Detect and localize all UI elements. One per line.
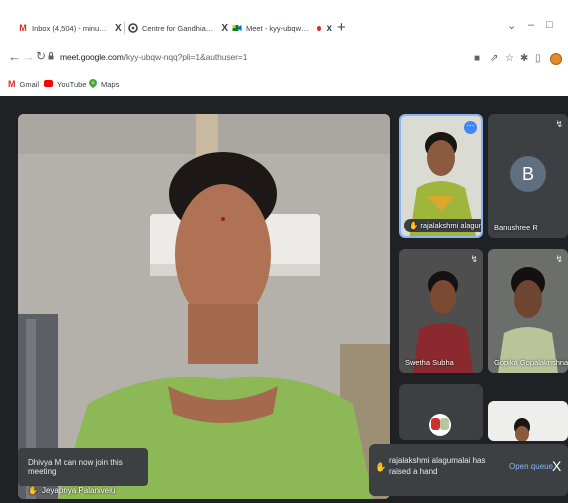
- hand-raised-icon: ✋: [375, 462, 387, 472]
- url-host: meet.google.com: [60, 52, 124, 62]
- new-tab-button[interactable]: +: [337, 19, 346, 36]
- tab-title: Centre for Gandhian studies & DE: [142, 23, 216, 33]
- tab-separator: [124, 22, 125, 34]
- recording-dot-icon: [316, 25, 322, 31]
- join-toast: Dhivya M can now join this meeting: [18, 448, 148, 486]
- participant-tile-partial[interactable]: [488, 401, 568, 441]
- close-tab-icon[interactable]: X: [115, 23, 122, 34]
- side-panel-icon[interactable]: ▯: [535, 53, 541, 64]
- hand-raised-icon: ✋: [409, 221, 419, 230]
- raised-hand-notification: ✋ rajalakshmi alagumalai has raised a ha…: [369, 444, 568, 496]
- close-tab-icon[interactable]: x: [326, 23, 332, 34]
- meet-icon: [232, 23, 242, 33]
- browser-tab-strip: M Inbox (4,504) - minusamo@gmai X Centre…: [0, 0, 568, 40]
- tab-centre-gandhian[interactable]: Centre for Gandhian studies & DE X: [128, 18, 228, 38]
- maps-icon: [89, 79, 97, 90]
- gmail-icon: M: [19, 23, 27, 33]
- url-path: /kyy-ubqw-nqq?pli=1&authuser=1: [123, 52, 248, 62]
- extensions-icon[interactable]: ✱: [520, 53, 528, 64]
- mic-off-icon: ↯: [470, 254, 478, 264]
- restore-icon[interactable]: □: [546, 19, 553, 31]
- tab-search-chevron-icon[interactable]: ⌄: [507, 19, 516, 32]
- bookmark-label: Gmail: [19, 79, 40, 89]
- url-field[interactable]: meet.google.com/kyy-ubqw-nqq?pli=1&authu…: [60, 52, 247, 62]
- hand-notice-text: rajalakshmi alagumalai has raised a hand: [389, 456, 486, 476]
- profile-avatar[interactable]: [550, 53, 562, 65]
- close-tab-icon[interactable]: X: [221, 23, 228, 34]
- participant-name: Swetha Subha: [405, 358, 454, 367]
- participant-name: Banushree R: [494, 223, 538, 232]
- forward-arrow-icon[interactable]: →: [22, 49, 35, 64]
- mic-off-icon: ↯: [555, 254, 563, 264]
- speaker-name: ✋ Jeyapriya Palanivelu: [28, 486, 116, 495]
- participant-video: [399, 249, 483, 373]
- bookmark-star-icon[interactable]: ☆: [505, 53, 514, 64]
- bookmark-label: Maps: [101, 80, 120, 89]
- participant-avatar: [429, 414, 451, 436]
- back-arrow-icon[interactable]: ←: [8, 49, 21, 64]
- main-speaker-video[interactable]: [18, 114, 390, 499]
- hand-icon: ✋: [28, 486, 38, 495]
- camera-in-use-icon[interactable]: ■: [474, 53, 480, 64]
- participant-name: Gopika Gopalakrishnan: [494, 358, 568, 367]
- avatar: B: [510, 156, 546, 192]
- close-notification-button[interactable]: X: [552, 458, 561, 474]
- participant-tile-swetha[interactable]: ↯ Swetha Subha: [399, 249, 483, 373]
- speaker-video-frame: [18, 114, 390, 499]
- bookmark-youtube[interactable]: YouTube: [44, 79, 86, 89]
- meet-stage: Dhivya M can now join this meeting ✋ Jeya…: [0, 96, 568, 503]
- reload-icon[interactable]: ↻: [36, 49, 46, 63]
- participant-video: [488, 401, 568, 441]
- participant-tile-rajalakshmi[interactable]: ⋯ ✋rajalakshmi alagum...: [399, 114, 483, 238]
- tab-meet[interactable]: Meet - kyy-ubqw-nqq x: [232, 18, 332, 38]
- gmail-icon: M: [8, 79, 16, 89]
- participant-tile-logo[interactable]: [399, 384, 483, 440]
- participant-name: ✋rajalakshmi alagum...: [404, 219, 481, 232]
- participant-tile-gopika[interactable]: ↯ Gopika Gopalakrishnan: [488, 249, 568, 373]
- more-options-icon[interactable]: ⋯: [464, 121, 477, 134]
- tab-title: Inbox (4,504) - minusamo@gmai: [32, 23, 110, 33]
- address-bar-row: ← → ↻ meet.google.com/kyy-ubqw-nqq?pli=1…: [0, 46, 568, 72]
- youtube-icon: [44, 79, 53, 89]
- participant-video: [488, 249, 568, 373]
- participant-tile-banushree[interactable]: B ↯ Banushree R: [488, 114, 568, 238]
- bookmark-maps[interactable]: Maps: [89, 79, 119, 90]
- tab-title: Meet - kyy-ubqw-nqq: [246, 23, 310, 33]
- mic-off-icon: ↯: [555, 119, 563, 129]
- settings-favicon-icon: [128, 23, 138, 33]
- share-icon[interactable]: ⇗: [490, 53, 498, 64]
- tab-gmail-inbox[interactable]: M Inbox (4,504) - minusamo@gmai X: [18, 18, 126, 38]
- bookmark-gmail[interactable]: M Gmail: [8, 79, 39, 89]
- lock-icon[interactable]: [48, 52, 54, 60]
- toast-text: Dhivya M can now join this meeting: [28, 458, 123, 476]
- minimize-icon[interactable]: –: [528, 19, 534, 31]
- open-queue-button[interactable]: Open queue: [509, 462, 553, 471]
- bookmark-label: YouTube: [57, 79, 87, 89]
